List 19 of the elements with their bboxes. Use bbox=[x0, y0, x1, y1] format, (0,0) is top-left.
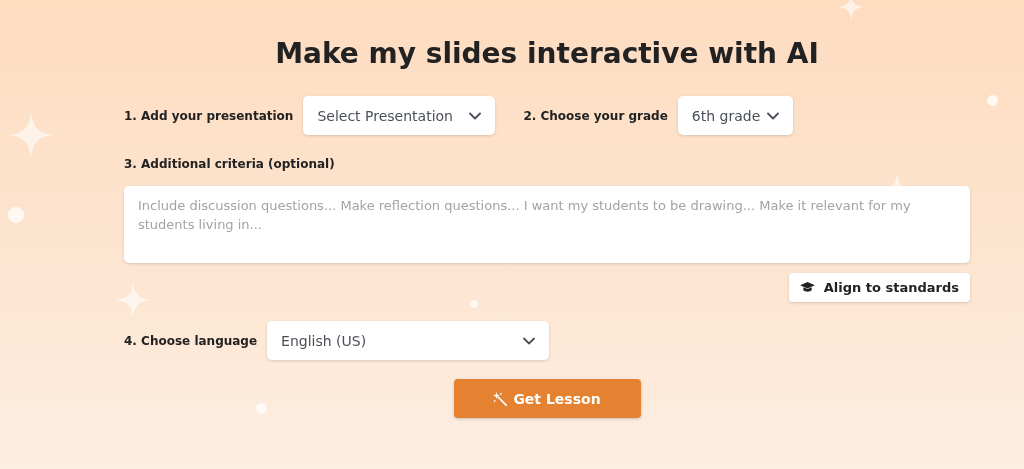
dropdown[interactable]: 6th grade bbox=[677, 96, 793, 135]
criteria-field[interactable]: Include discussion questions... Make reflection questions... I want my students to be drawing... Make it relevant for my students living in... bbox=[124, 186, 970, 263]
chevron-down-icon bbox=[766, 111, 779, 120]
dot-icon bbox=[8, 207, 24, 223]
chevron-down-icon bbox=[523, 336, 536, 345]
dot-icon bbox=[987, 95, 998, 106]
page-title: Make my slides interactive with AI bbox=[274, 36, 820, 72]
dropdown[interactable]: Select Presentation bbox=[303, 96, 496, 135]
field-label: 1. Add your presentation bbox=[124, 108, 294, 123]
field-label: 4. Choose language bbox=[124, 333, 258, 348]
field-label: 3. Additional criteria (optional) bbox=[124, 157, 336, 171]
field-label: 2. Choose your grade bbox=[523, 108, 668, 123]
align-button[interactable]: Align to standards bbox=[788, 273, 970, 302]
chevron-down-icon bbox=[469, 111, 482, 120]
graduation-cap-icon bbox=[799, 281, 815, 294]
magic-wand-icon bbox=[493, 391, 508, 406]
dot-icon bbox=[470, 300, 478, 308]
dropdown[interactable]: English (US) bbox=[267, 321, 550, 360]
dot-icon bbox=[256, 403, 267, 414]
